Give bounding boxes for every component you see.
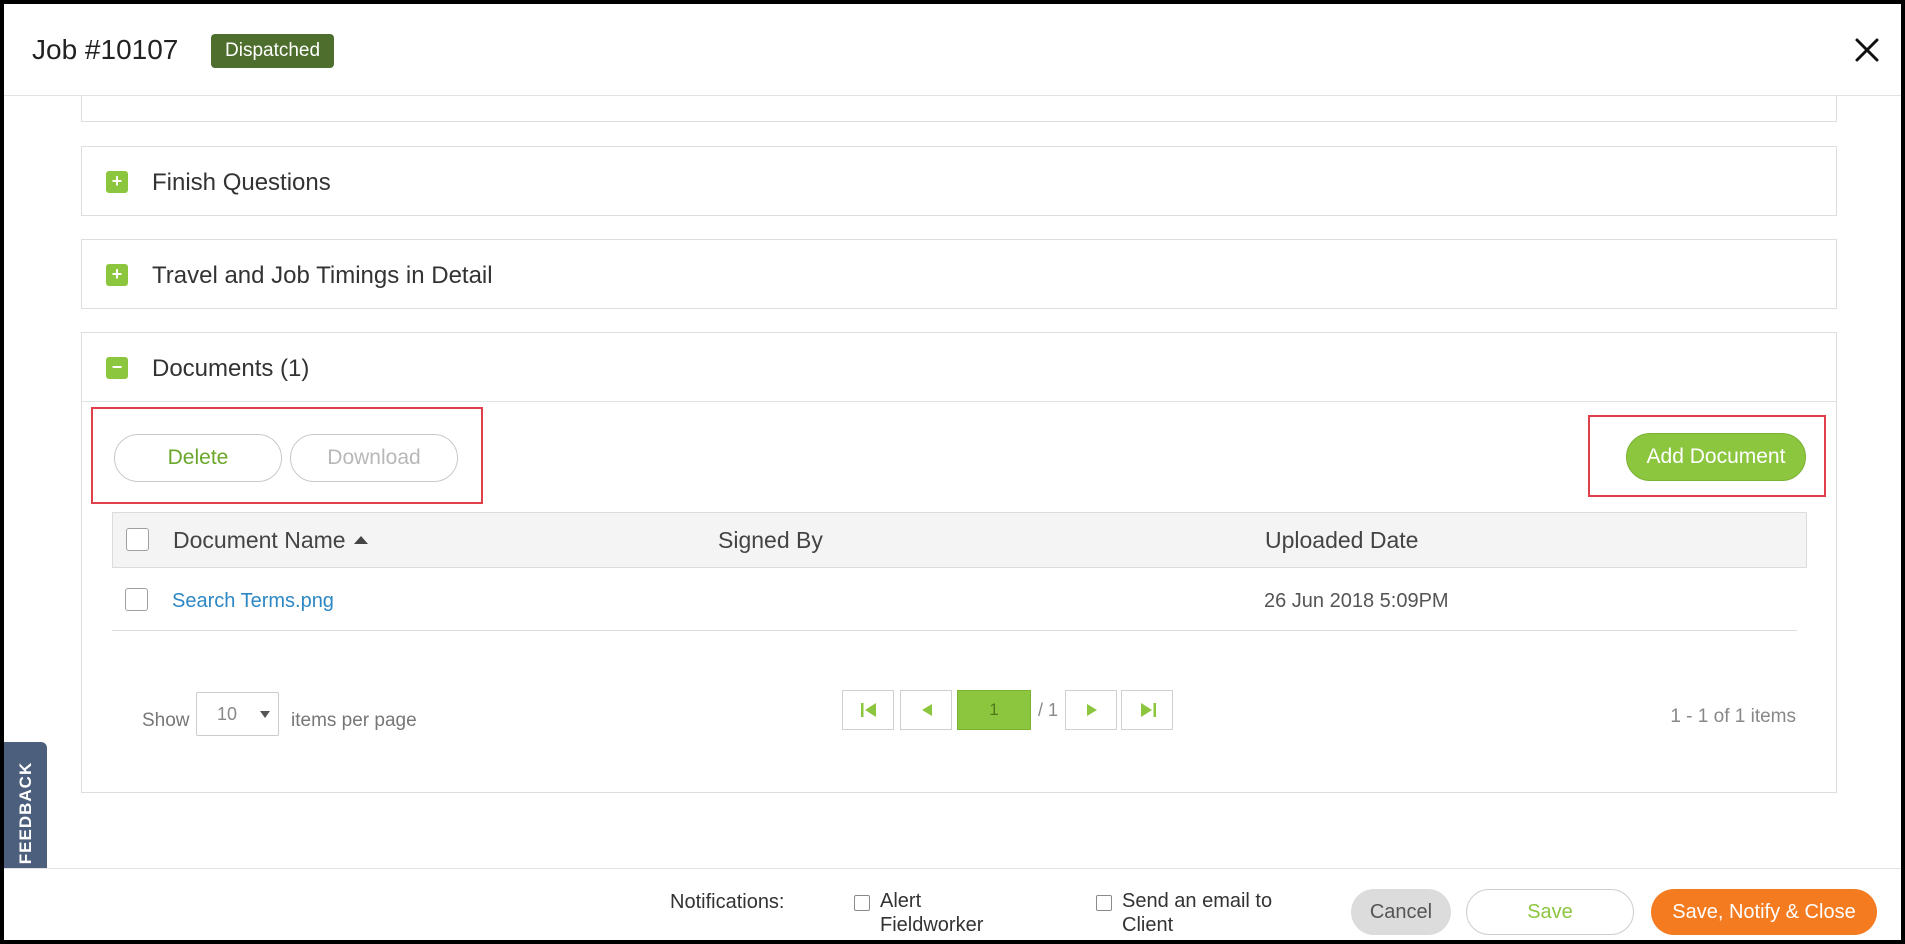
feedback-tab[interactable]: FEEDBACK bbox=[4, 742, 47, 884]
row-checkbox[interactable] bbox=[125, 588, 148, 611]
total-pages-label: / 1 bbox=[1038, 700, 1059, 720]
dialog-header: Job #10107 Dispatched bbox=[4, 4, 1901, 96]
last-page-icon bbox=[1141, 703, 1156, 717]
download-button[interactable]: Download bbox=[290, 434, 458, 482]
documents-body: Delete Download Add Document Document Na… bbox=[82, 401, 1836, 793]
dialog-footer: Notifications: Alert Fieldworker Send an… bbox=[4, 868, 1901, 940]
previous-page-button[interactable] bbox=[900, 690, 952, 730]
email-client-checkbox[interactable] bbox=[1096, 895, 1112, 911]
documents-table: Document Name Signed By Uploaded Date Se… bbox=[112, 512, 1807, 631]
dialog-content: + + Finish Questions + Travel and Job Ti… bbox=[4, 96, 1901, 866]
panel-title[interactable]: Finish Questions bbox=[152, 169, 331, 197]
collapsed-panel-top[interactable]: + bbox=[81, 96, 1837, 122]
expand-icon[interactable]: + bbox=[106, 171, 128, 193]
previous-page-icon bbox=[922, 704, 932, 716]
save-button[interactable]: Save bbox=[1466, 889, 1634, 935]
page-title: Job #10107 bbox=[32, 34, 179, 65]
collapse-icon[interactable]: − bbox=[106, 357, 128, 379]
save-notify-close-button[interactable]: Save, Notify & Close bbox=[1651, 889, 1877, 935]
select-all-checkbox[interactable] bbox=[126, 528, 149, 551]
add-document-button[interactable]: Add Document bbox=[1626, 433, 1806, 481]
uploaded-date-cell: 26 Jun 2018 5:09PM bbox=[1264, 590, 1449, 612]
alert-fieldworker-checkbox[interactable] bbox=[854, 895, 870, 911]
next-page-button[interactable] bbox=[1065, 690, 1117, 730]
feedback-label: FEEDBACK bbox=[15, 761, 35, 865]
table-header: Document Name Signed By Uploaded Date bbox=[112, 512, 1807, 568]
status-badge: Dispatched bbox=[211, 34, 335, 68]
page-size-select[interactable]: 10 bbox=[196, 692, 279, 736]
first-page-button[interactable] bbox=[842, 690, 894, 730]
expand-icon[interactable]: + bbox=[106, 264, 128, 286]
panel-finish-questions[interactable]: + Finish Questions bbox=[81, 146, 1837, 216]
panel-title[interactable]: Travel and Job Timings in Detail bbox=[152, 262, 493, 290]
pager-info: 1 - 1 of 1 items bbox=[1670, 706, 1796, 727]
show-label: Show bbox=[142, 710, 190, 731]
notifications-label: Notifications: bbox=[670, 891, 785, 913]
close-icon bbox=[1855, 38, 1879, 62]
pager: Show 10 items per page 1 / 1 1 - 1 of 1 … bbox=[82, 690, 1836, 742]
items-per-page-label: items per page bbox=[291, 710, 417, 731]
cancel-button[interactable]: Cancel bbox=[1351, 889, 1451, 935]
chevron-down-icon bbox=[260, 711, 270, 718]
job-dialog: Job #10107 Dispatched + + Finish Questio… bbox=[0, 0, 1905, 944]
email-client-label[interactable]: Send an email to Client bbox=[1122, 889, 1322, 937]
next-page-icon bbox=[1087, 704, 1097, 716]
panel-title[interactable]: Documents (1) bbox=[152, 355, 309, 383]
delete-button[interactable]: Delete bbox=[114, 434, 282, 482]
alert-fieldworker-label[interactable]: Alert Fieldworker bbox=[880, 889, 1010, 937]
column-document-name[interactable]: Document Name bbox=[173, 527, 368, 554]
last-page-button[interactable] bbox=[1121, 690, 1173, 730]
panel-documents: − Documents (1) Delete Download Add Docu… bbox=[81, 332, 1837, 793]
panel-documents-header[interactable]: − Documents (1) bbox=[82, 333, 1836, 401]
first-page-icon bbox=[861, 703, 876, 717]
close-button[interactable] bbox=[1849, 32, 1885, 68]
column-uploaded-date[interactable]: Uploaded Date bbox=[1265, 527, 1418, 554]
column-signed-by[interactable]: Signed By bbox=[718, 527, 823, 554]
panel-travel-timings[interactable]: + Travel and Job Timings in Detail bbox=[81, 239, 1837, 309]
current-page-input[interactable]: 1 bbox=[957, 690, 1031, 730]
table-row: Search Terms.png 26 Jun 2018 5:09PM bbox=[112, 568, 1797, 631]
sort-ascending-icon bbox=[353, 536, 368, 544]
document-link[interactable]: Search Terms.png bbox=[172, 590, 334, 613]
